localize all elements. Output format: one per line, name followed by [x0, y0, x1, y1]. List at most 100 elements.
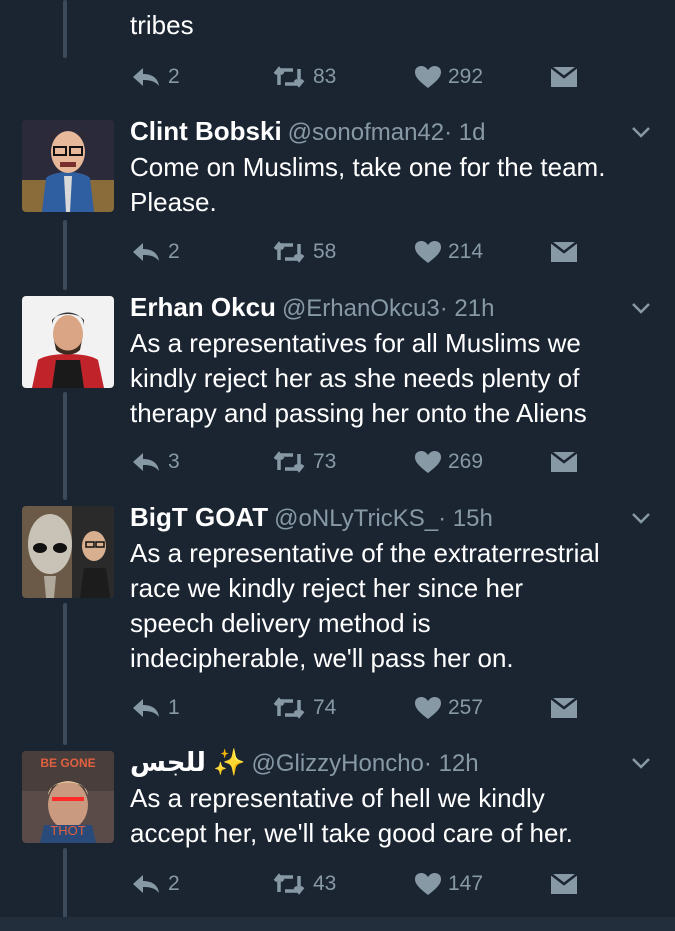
reply-button[interactable]: 2	[130, 237, 180, 267]
like-count: 269	[448, 450, 484, 473]
direct-message-button[interactable]	[550, 237, 578, 267]
user-handle[interactable]: @ErhanOkcu3	[282, 295, 440, 322]
avatar-image	[22, 296, 114, 388]
tweet-header: Clint Bobski @sonofman42· 1d	[130, 114, 615, 148]
reply-icon	[133, 875, 159, 893]
tweet-header: للجس ✨ @GlizzyHoncho· 12h	[130, 745, 615, 779]
reply-icon	[133, 68, 159, 86]
user-name[interactable]: BigT GOAT	[130, 502, 268, 532]
tweet-actions: 2 83 292	[0, 62, 675, 92]
like-icon	[415, 241, 441, 263]
reply-icon	[133, 699, 159, 717]
tweet-time: · 21h	[439, 295, 495, 322]
retweet-button[interactable]: 83	[271, 62, 336, 92]
reply-count: 2	[168, 240, 180, 263]
like-icon	[415, 451, 441, 473]
retweet-icon	[273, 451, 305, 473]
tweet-actions: 3 73 269	[0, 447, 675, 477]
retweet-icon	[273, 873, 305, 895]
user-handle[interactable]: @sonofman42	[288, 119, 444, 146]
tweet-time: · 15h	[438, 505, 493, 532]
bottom-separator	[0, 917, 675, 931]
retweet-button[interactable]: 74	[271, 693, 336, 723]
retweet-icon	[273, 66, 305, 88]
like-count: 147	[448, 872, 484, 895]
reply-button[interactable]: 3	[130, 447, 180, 477]
chevron-down-icon[interactable]	[629, 120, 653, 144]
tweet-header: BigT GOAT @oNLyTricKS_· 15h	[130, 500, 615, 534]
like-button[interactable]: 214	[414, 237, 483, 267]
retweet-button[interactable]: 43	[271, 869, 336, 899]
avatar[interactable]	[22, 120, 114, 212]
tweet-text: As a representative of the extraterrestr…	[130, 538, 600, 673]
tweet-actions: 1 74 257	[0, 693, 675, 723]
retweet-count: 74	[313, 696, 337, 719]
direct-message-icon	[550, 451, 578, 472]
like-button[interactable]: 257	[414, 693, 483, 723]
retweet-count: 43	[313, 872, 337, 895]
tweet[interactable]: BigT GOAT @oNLyTricKS_· 15h As a represen…	[0, 502, 675, 731]
tweet-time: · 12h	[423, 750, 479, 777]
reply-count: 2	[168, 872, 180, 895]
like-icon	[415, 66, 441, 88]
like-button[interactable]: 292	[414, 62, 483, 92]
tweet[interactable]: Erhan Okcu @ErhanOkcu3· 21h As a represen…	[0, 292, 675, 486]
direct-message-button[interactable]	[550, 693, 578, 723]
tweet-actions: 2 58 214	[0, 237, 675, 267]
tweet-text: tribes	[130, 10, 194, 40]
tweet-partial[interactable]: tribes 2 83 292	[0, 0, 675, 100]
direct-message-icon	[550, 66, 578, 87]
tweet-actions: 2 43 147	[0, 869, 675, 899]
direct-message-button[interactable]	[550, 869, 578, 899]
reply-button[interactable]: 2	[130, 62, 180, 92]
like-button[interactable]: 269	[414, 447, 483, 477]
reply-count: 1	[168, 696, 180, 719]
reply-button[interactable]: 2	[130, 869, 180, 899]
user-name[interactable]: Clint Bobski	[130, 116, 282, 146]
avatar-image: BE GONE THOT	[22, 751, 114, 843]
like-count: 214	[448, 240, 484, 263]
tweet[interactable]: BE GONE THOT للجس ✨ @GlizzyHoncho· 12h As…	[0, 747, 675, 911]
avatar-image	[22, 120, 114, 212]
avatar[interactable]: BE GONE THOT	[22, 751, 114, 843]
reply-count: 3	[168, 450, 180, 473]
retweet-icon	[273, 697, 305, 719]
retweet-icon	[273, 241, 305, 263]
retweet-button[interactable]: 58	[271, 237, 336, 267]
direct-message-button[interactable]	[550, 447, 578, 477]
tweet-time: · 1d	[444, 119, 486, 146]
like-count: 292	[448, 65, 484, 88]
reply-icon	[133, 243, 159, 261]
like-count: 257	[448, 696, 484, 719]
direct-message-icon	[550, 241, 578, 262]
like-icon	[415, 697, 441, 719]
chevron-down-icon[interactable]	[629, 506, 653, 530]
reply-count: 2	[168, 65, 180, 88]
user-handle[interactable]: @GlizzyHoncho	[251, 750, 423, 777]
chevron-down-icon[interactable]	[629, 296, 653, 320]
like-button[interactable]: 147	[414, 869, 483, 899]
user-name[interactable]: Erhan Okcu	[130, 292, 276, 322]
tweet-header: Erhan Okcu @ErhanOkcu3· 21h	[130, 290, 615, 324]
avatar-image	[22, 506, 114, 598]
avatar[interactable]	[22, 296, 114, 388]
avatar-caption-top: BE GONE	[40, 756, 95, 770]
direct-message-button[interactable]	[550, 62, 578, 92]
retweet-button[interactable]: 73	[271, 447, 336, 477]
reply-button[interactable]: 1	[130, 693, 180, 723]
tweet-text: As a representatives for all Muslims we …	[130, 328, 587, 428]
user-name[interactable]: للجس ✨	[130, 747, 245, 777]
direct-message-icon	[550, 697, 578, 718]
retweet-count: 83	[313, 65, 337, 88]
chevron-down-icon[interactable]	[629, 751, 653, 775]
direct-message-icon	[550, 873, 578, 894]
retweet-count: 73	[313, 450, 337, 473]
like-icon	[415, 873, 441, 895]
avatar[interactable]	[22, 506, 114, 598]
tweet-text: Come on Muslims, take one for the team. …	[130, 152, 606, 217]
user-handle[interactable]: @oNLyTricKS_	[274, 505, 438, 532]
reply-icon	[133, 453, 159, 471]
tweet-text: As a representative of hell we kindly ac…	[130, 783, 573, 848]
tweet[interactable]: Clint Bobski @sonofman42· 1d Come on Musl…	[0, 116, 675, 280]
retweet-count: 58	[313, 240, 337, 263]
